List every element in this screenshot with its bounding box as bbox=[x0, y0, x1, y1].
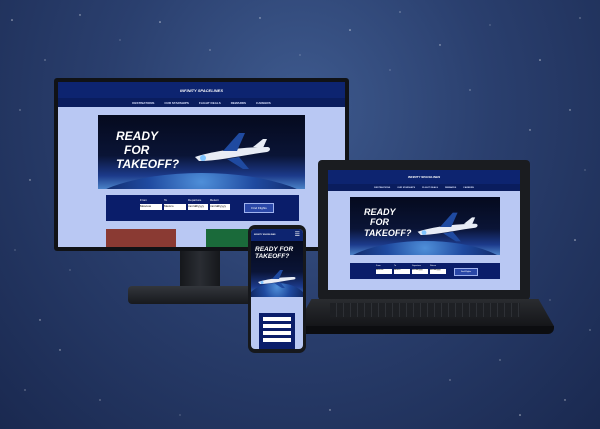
laptop-site-logo[interactable]: INFINITY SPACELINES bbox=[408, 175, 440, 179]
hero-banner: READY FOR TAKEOFF? bbox=[98, 115, 305, 189]
laptop-hero-heading: READY FOR TAKEOFF? bbox=[364, 207, 411, 238]
return-input[interactable]: mm/dd/yyyy bbox=[210, 204, 230, 210]
laptop-nav-rewards[interactable]: REWARDS bbox=[445, 187, 456, 189]
site-nav: DESTINATIONS OUR STARSHIPS FLIGHT DEALS … bbox=[58, 98, 345, 107]
monitor-stand-neck bbox=[180, 251, 220, 289]
laptop-nav-flight-deals[interactable]: FLIGHT DEALS bbox=[422, 187, 438, 189]
departure-label: Departure bbox=[188, 198, 202, 202]
laptop-keyboard bbox=[330, 303, 520, 317]
laptop: INFINITY SPACELINES DESTINATIONS OUR STA… bbox=[318, 160, 530, 300]
laptop-flight-search-form: From To Departure Return Moscow Mexico m… bbox=[350, 263, 500, 279]
phone-departure-input[interactable] bbox=[263, 331, 291, 335]
departure-input[interactable]: mm/dd/yyyy bbox=[188, 204, 208, 210]
phone-hero-banner: READY FOR TAKEOFF? bbox=[251, 241, 303, 297]
laptop-hero-line-1: READY bbox=[364, 207, 396, 217]
phone-hero-line-3: TAKEOFF? bbox=[255, 253, 290, 261]
laptop-hero-line-3: TAKEOFF? bbox=[364, 227, 412, 238]
nav-rewards[interactable]: REWARDS bbox=[231, 101, 246, 105]
hero-line-1: READY bbox=[116, 129, 159, 143]
nav-flight-deals[interactable]: FLIGHT DEALS bbox=[199, 101, 221, 105]
phone-site-logo[interactable]: INFINITY SPACELINES bbox=[254, 234, 275, 236]
from-label: From bbox=[140, 198, 147, 202]
laptop-to-input[interactable]: Mexico bbox=[394, 269, 410, 274]
laptop-from-input[interactable]: Moscow bbox=[376, 269, 392, 274]
laptop-nav-destinations[interactable]: DESTINATIONS bbox=[374, 187, 390, 189]
laptop-departure-label: Departure bbox=[412, 265, 421, 267]
phone-site-header: INFINITY SPACELINES ☰ bbox=[251, 229, 303, 241]
laptop-nav-starships[interactable]: OUR STARSHIPS bbox=[397, 187, 415, 189]
site-header: INFINITY SPACELINES bbox=[58, 82, 345, 98]
to-input[interactable]: Mexico bbox=[164, 204, 186, 210]
monitor: INFINITY SPACELINES DESTINATIONS OUR STA… bbox=[54, 78, 349, 251]
laptop-from-label: From bbox=[376, 265, 381, 267]
phone-from-input[interactable] bbox=[263, 317, 291, 321]
spaceship-image bbox=[195, 133, 270, 169]
laptop-spaceship-image bbox=[417, 212, 478, 242]
nav-careers[interactable]: CAREERS bbox=[256, 101, 271, 105]
phone-flight-search-form bbox=[259, 313, 295, 349]
laptop-page-body: READY FOR TAKEOFF? From To Departure Ret… bbox=[328, 191, 520, 290]
promo-card-green[interactable] bbox=[206, 229, 251, 247]
hamburger-menu-icon[interactable]: ☰ bbox=[295, 232, 300, 238]
nav-starships[interactable]: OUR STARSHIPS bbox=[164, 101, 188, 105]
hero-heading: READY FOR TAKEOFF? bbox=[116, 129, 180, 171]
phone-spaceship-image bbox=[258, 270, 296, 288]
laptop-departure-input[interactable]: mm/dd/yyyy bbox=[412, 269, 428, 274]
phone: INFINITY SPACELINES ☰ READY FOR TAKEOFF? bbox=[248, 225, 306, 353]
to-label: To bbox=[164, 198, 168, 202]
from-input[interactable]: Moscow bbox=[140, 204, 162, 210]
flight-search-form: From To Departure Return Moscow Mexico m… bbox=[106, 195, 299, 221]
laptop-return-label: Return bbox=[430, 265, 437, 267]
laptop-hero-line-2: FOR bbox=[370, 217, 389, 228]
site-logo[interactable]: INFINITY SPACELINES bbox=[180, 88, 223, 93]
laptop-site-nav: DESTINATIONS OUR STARSHIPS FLIGHT DEALS … bbox=[328, 184, 520, 191]
phone-return-input[interactable] bbox=[263, 338, 291, 342]
hero-line-3: TAKEOFF? bbox=[116, 156, 180, 171]
laptop-return-input[interactable]: mm/dd/yyyy bbox=[430, 269, 446, 274]
laptop-to-label: To bbox=[394, 265, 397, 267]
phone-hero-line-2: FOR bbox=[279, 246, 294, 253]
phone-hero-heading: READY FOR TAKEOFF? bbox=[255, 246, 293, 261]
promo-card-red[interactable] bbox=[106, 229, 176, 247]
return-label: Return bbox=[210, 198, 220, 202]
monitor-screen: INFINITY SPACELINES DESTINATIONS OUR STA… bbox=[58, 82, 345, 247]
laptop-site-header: INFINITY SPACELINES bbox=[328, 170, 520, 184]
phone-hero-line-1: READY bbox=[255, 246, 278, 253]
nav-destinations[interactable]: DESTINATIONS bbox=[132, 101, 154, 105]
laptop-find-flights-button[interactable]: Find Flights bbox=[454, 268, 478, 276]
find-flights-button[interactable]: Find Flights bbox=[244, 203, 274, 213]
laptop-hero-banner: READY FOR TAKEOFF? bbox=[350, 197, 500, 255]
phone-to-input[interactable] bbox=[263, 324, 291, 328]
hero-line-2: FOR bbox=[124, 142, 150, 157]
phone-screen: INFINITY SPACELINES ☰ READY FOR TAKEOFF? bbox=[251, 229, 303, 349]
laptop-screen: INFINITY SPACELINES DESTINATIONS OUR STA… bbox=[328, 170, 520, 290]
laptop-nav-careers[interactable]: CAREERS bbox=[463, 187, 474, 189]
laptop-front-edge bbox=[296, 326, 554, 334]
